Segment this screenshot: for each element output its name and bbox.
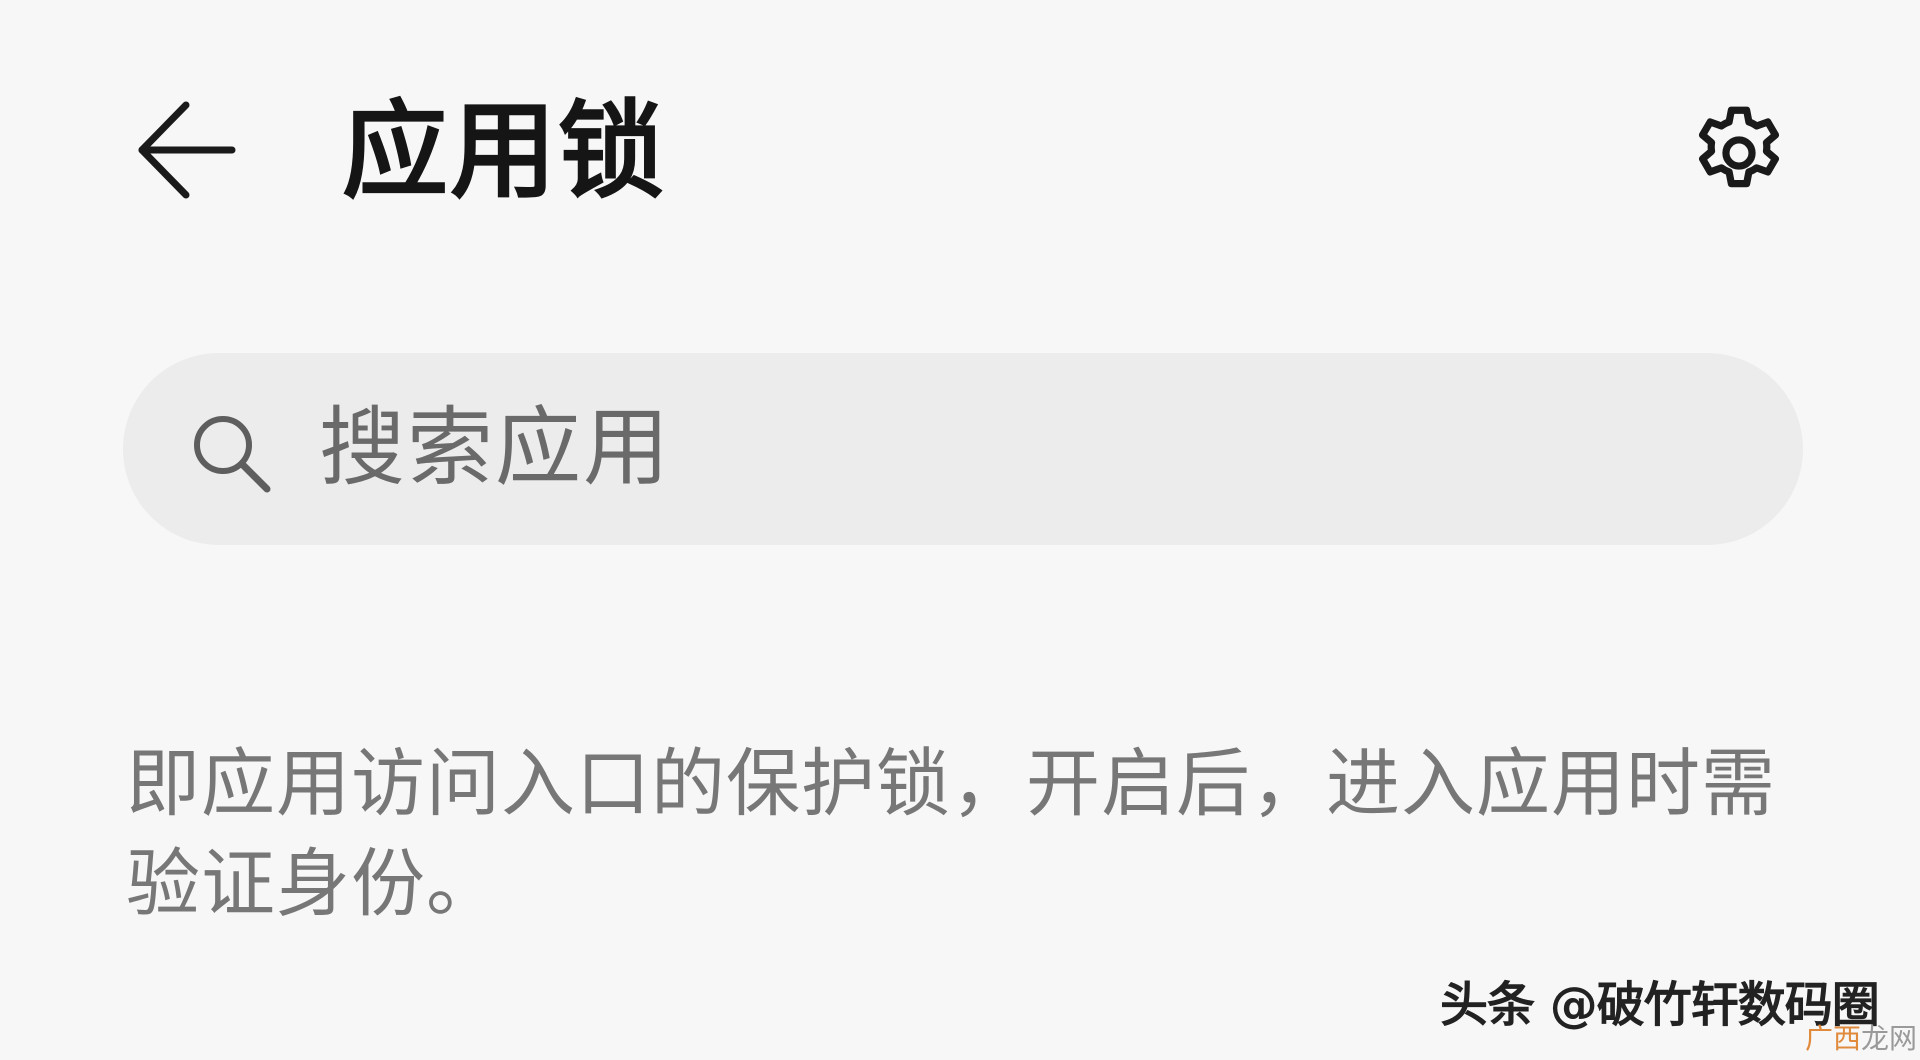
- gear-icon: [1698, 106, 1780, 188]
- back-button[interactable]: [120, 85, 250, 215]
- description-text: 即应用访问入口的保护锁，开启后，进入应用时需验证身份。: [126, 741, 1776, 927]
- settings-button[interactable]: [1676, 90, 1802, 216]
- arrow-left-icon: [138, 101, 236, 199]
- page-title: 应用锁: [342, 90, 666, 213]
- corner-watermark-accent: 广西: [1805, 1022, 1862, 1055]
- corner-watermark-rest: 龙网: [1861, 1022, 1918, 1055]
- search-icon: [194, 416, 271, 493]
- search-placeholder: 搜索应用: [319, 398, 671, 498]
- search-input[interactable]: 搜索应用: [123, 353, 1803, 545]
- app-lock-page: 应用锁 搜索应用 即应用访问入口的保护锁，开启后，进入应用时需验证身份。 头条 …: [0, 0, 1920, 1060]
- corner-watermark: 广西龙网: [1805, 1022, 1917, 1056]
